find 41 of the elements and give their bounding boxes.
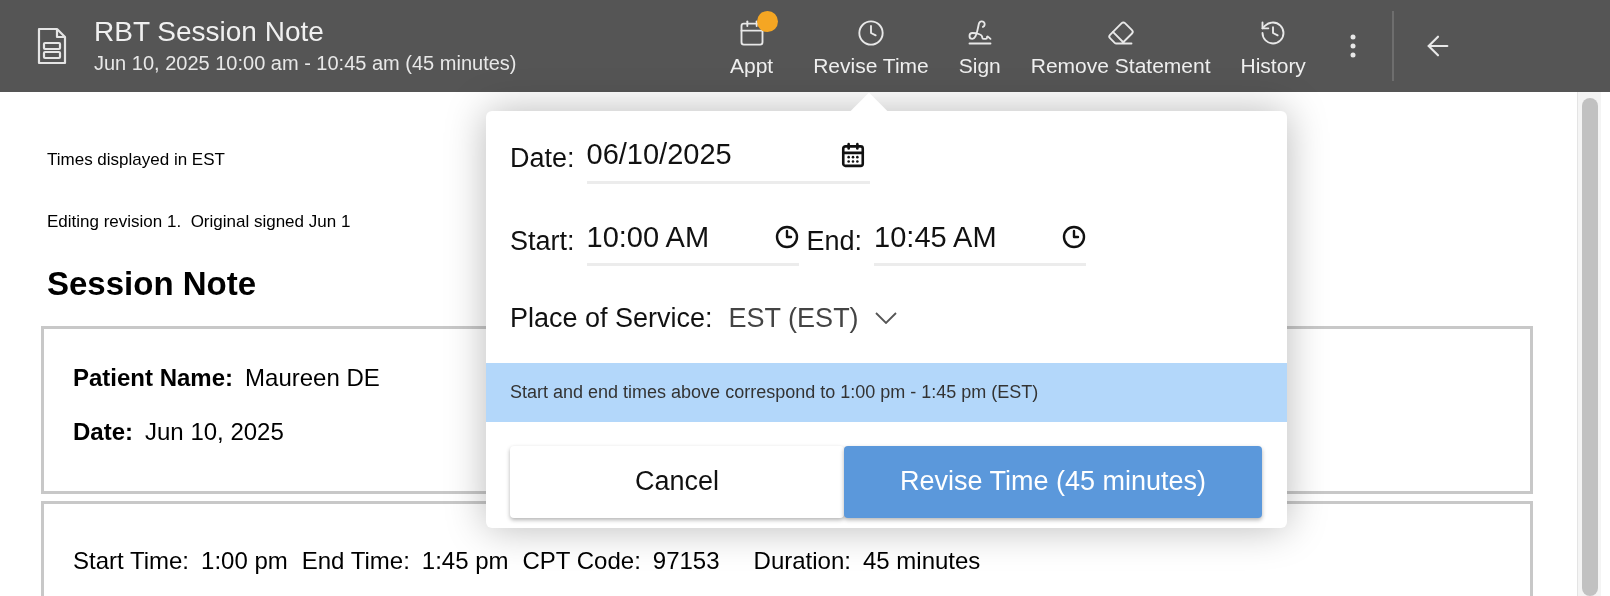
field-label: End Time: [301, 546, 410, 576]
chevron-down-icon [874, 312, 897, 325]
field-value: 1:45 pm [421, 546, 509, 576]
cancel-button[interactable]: Cancel [510, 445, 844, 518]
field-label: Patient Name: [73, 363, 234, 393]
field-value: Jun 10, 2025 [145, 417, 284, 447]
section-heading: Session Note [47, 264, 257, 304]
field-label: Duration: [753, 546, 851, 576]
field-label: Start Time: [73, 546, 190, 576]
toolbar-action[interactable]: Remove Statement [1026, 11, 1215, 81]
field-label: CPT Code: [522, 546, 641, 576]
field-label: Date: [510, 142, 575, 175]
field-label: Place of Service: [510, 302, 713, 335]
timezone-note: Times displayed in EST [47, 149, 225, 171]
more-vertical-icon [1349, 34, 1356, 58]
revision-note: Editing revision 1. Original signed Jun 1 [47, 211, 351, 233]
toolbar-action[interactable]: Appt [726, 11, 788, 81]
calendar-icon [839, 141, 866, 168]
clock-icon [856, 19, 885, 47]
place-of-service-select[interactable]: EST (EST) [728, 298, 897, 339]
note-title: RBT Session Note [94, 15, 325, 49]
end-time-field[interactable]: 10:45 AM [874, 215, 1087, 266]
field-label: End: [806, 224, 863, 258]
document-icon [36, 26, 68, 66]
clock-icon [774, 225, 799, 250]
note-time-range: Jun 10, 2025 10:00 am - 10:45 am (45 minutes) [94, 51, 517, 76]
toolbar-action[interactable]: Revise Time [809, 11, 933, 81]
date-field[interactable]: 06/10/2025 [586, 133, 870, 184]
toolbar-action[interactable]: History [1236, 11, 1310, 81]
start-time-field[interactable]: 10:00 AM [586, 215, 799, 266]
field-label: Start: [510, 224, 575, 258]
toolbar-action[interactable]: Sign [954, 11, 1005, 81]
field-value: 1:00 pm [201, 546, 288, 576]
field-value: 97153 [652, 546, 720, 576]
field-value: Maureen DE [245, 363, 380, 393]
field-label: Date: [73, 417, 133, 447]
field-value: 45 minutes [862, 546, 981, 576]
clock-icon [1062, 225, 1087, 250]
conversion-banner: Start and end times above correspond to 1:00 pm - 1:45 pm (EST) [486, 362, 1287, 422]
more-button[interactable] [1349, 34, 1356, 58]
eraser-icon [1106, 19, 1135, 47]
